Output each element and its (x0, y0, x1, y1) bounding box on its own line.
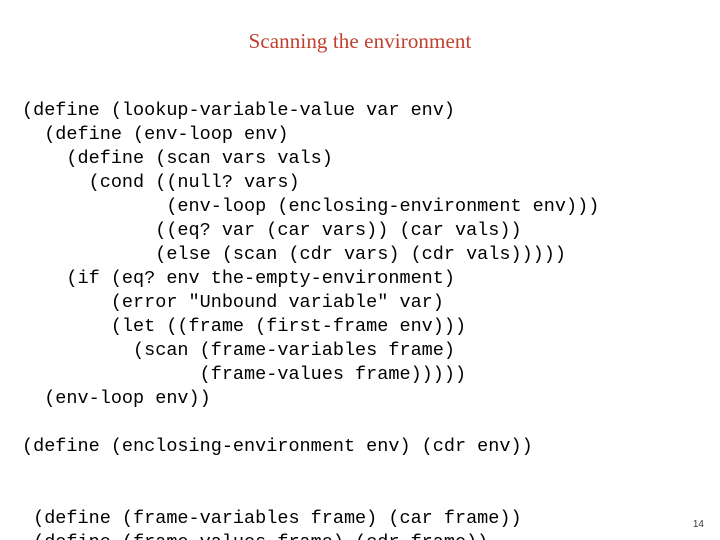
code-line: (let ((frame (first-frame env))) (22, 316, 467, 337)
code-line: (scan (frame-variables frame) (22, 340, 455, 361)
code-block: (define (lookup-variable-value var env) … (22, 99, 712, 540)
code-line: (cond ((null? vars) (22, 172, 300, 193)
page-title: Scanning the environment (248, 29, 472, 53)
code-line: (define (scan vars vals) (22, 148, 333, 169)
code-line: (define (lookup-variable-value var env) (22, 100, 455, 121)
slide-canvas: Scanning the environment (define (lookup… (0, 0, 720, 540)
code-line: (frame-values frame))))) (22, 364, 467, 385)
page-number: 14 (692, 519, 704, 530)
code-line: (env-loop (enclosing-environment env))) (22, 196, 600, 217)
code-line: (define (frame-variables frame) (car fra… (22, 508, 522, 529)
code-line: (define (env-loop env) (22, 124, 289, 145)
code-line: ((eq? var (car vars)) (car vals)) (22, 220, 522, 241)
code-line: (if (eq? env the-empty-environment) (22, 268, 455, 289)
code-line: (else (scan (cdr vars) (cdr vals))))) (22, 244, 566, 265)
code-line: (env-loop env)) (22, 388, 211, 409)
code-line: (define (enclosing-environment env) (cdr… (22, 436, 533, 457)
code-line: (define (frame-values frame) (cdr frame)… (22, 531, 712, 540)
code-line: (error "Unbound variable" var) (22, 292, 444, 313)
